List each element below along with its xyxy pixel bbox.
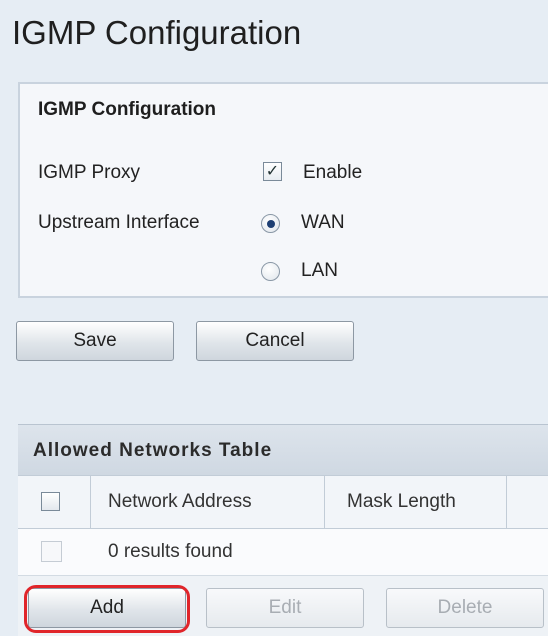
- cancel-button[interactable]: Cancel: [196, 321, 354, 361]
- upstream-interface-label: Upstream Interface: [38, 212, 200, 233]
- page-title: IGMP Configuration: [12, 14, 302, 51]
- igmp-proxy-enable-checkbox[interactable]: ✓: [263, 162, 282, 181]
- lan-radio[interactable]: [261, 262, 280, 281]
- wan-label: WAN: [301, 212, 345, 233]
- network-address-column-header[interactable]: Network Address: [108, 491, 252, 513]
- table-row: 0 results found: [18, 529, 548, 576]
- add-button-highlight: [24, 585, 190, 633]
- allowed-networks-table-header: Allowed Networks Table: [18, 424, 548, 475]
- delete-button[interactable]: Delete: [386, 588, 544, 628]
- results-count-text: 0 results found: [108, 541, 233, 562]
- save-button[interactable]: Save: [16, 321, 174, 361]
- column-divider: [90, 476, 91, 530]
- row-checkbox: [41, 541, 62, 562]
- igmp-configuration-panel: IGMP Configuration IGMP Proxy ✓ Enable U…: [18, 82, 548, 298]
- table-title: Allowed Networks Table: [33, 440, 273, 461]
- table-column-header-row: Network Address Mask Length: [18, 475, 548, 530]
- lan-label: LAN: [301, 260, 338, 281]
- panel-title: IGMP Configuration: [38, 99, 217, 120]
- wan-radio[interactable]: [261, 214, 280, 233]
- enable-label: Enable: [303, 162, 363, 183]
- select-all-checkbox[interactable]: [41, 492, 60, 511]
- igmp-proxy-label: IGMP Proxy: [38, 162, 141, 183]
- mask-length-column-header[interactable]: Mask Length: [347, 491, 456, 513]
- column-divider: [506, 476, 507, 530]
- column-divider: [324, 476, 325, 530]
- edit-button[interactable]: Edit: [206, 588, 364, 628]
